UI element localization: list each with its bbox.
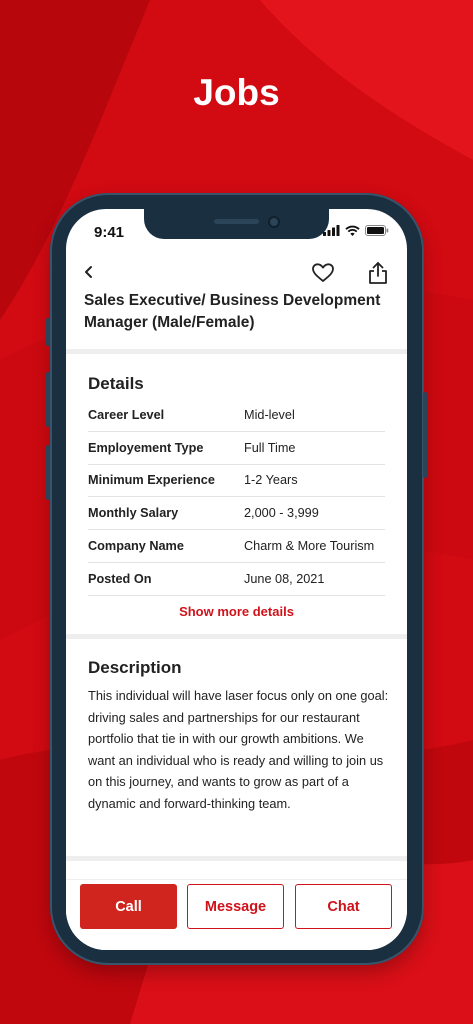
detail-value: Charm & More Tourism <box>244 539 375 554</box>
page-headline: Jobs <box>193 72 280 113</box>
detail-value: 1-2 Years <box>244 473 298 488</box>
details-table: Career Level Mid-level Employement Type … <box>88 399 385 596</box>
description-text: This individual will have laser focus on… <box>88 688 389 811</box>
status-icons <box>323 225 389 236</box>
front-camera <box>268 216 280 228</box>
detail-label: Career Level <box>88 407 165 422</box>
detail-row-minimum-experience: Minimum Experience 1-2 Years <box>88 465 385 498</box>
section-divider <box>66 634 407 639</box>
detail-row-career-level: Career Level Mid-level <box>88 399 385 432</box>
detail-value: Full Time <box>244 440 296 455</box>
detail-value: 2,000 - 3,999 <box>244 506 319 521</box>
message-button[interactable]: Message <box>187 884 284 929</box>
detail-row-posted-on: Posted On June 08, 2021 <box>88 563 385 596</box>
heart-icon[interactable] <box>311 261 335 285</box>
details-heading: Details <box>88 374 144 393</box>
action-bar: Call Message Chat <box>66 879 407 950</box>
call-button[interactable]: Call <box>80 884 177 929</box>
detail-label: Posted On <box>88 571 152 586</box>
phone-silent-switch <box>46 318 50 346</box>
notch <box>144 209 329 239</box>
back-chevron-icon[interactable] <box>80 261 100 283</box>
section-divider <box>66 349 407 354</box>
detail-label: Employement Type <box>88 440 204 455</box>
wifi-icon <box>345 225 360 236</box>
job-title: Sales Executive/ Business Development Ma… <box>84 292 381 331</box>
detail-row-company-name: Company Name Charm & More Tourism <box>88 530 385 563</box>
phone-volume-up <box>46 372 50 427</box>
share-icon[interactable] <box>366 260 390 286</box>
detail-value: June 08, 2021 <box>244 571 325 586</box>
detail-label: Company Name <box>88 539 184 554</box>
section-divider <box>66 856 407 861</box>
signal-icon <box>323 225 340 236</box>
detail-label: Minimum Experience <box>88 473 215 488</box>
phone-power-button <box>423 392 427 478</box>
phone-screen: 9:41 Sales Executive/ Business Developme… <box>66 209 407 950</box>
show-more-details-link[interactable]: Show more details <box>66 604 407 619</box>
speaker <box>214 219 259 224</box>
phone-volume-down <box>46 445 50 500</box>
detail-row-employment-type: Employement Type Full Time <box>88 432 385 465</box>
chat-button[interactable]: Chat <box>295 884 392 929</box>
detail-row-monthly-salary: Monthly Salary 2,000 - 3,999 <box>88 497 385 531</box>
detail-label: Monthly Salary <box>88 506 179 521</box>
description-heading: Description <box>88 658 182 677</box>
detail-value: Mid-level <box>244 407 295 422</box>
battery-icon <box>365 225 389 236</box>
status-time: 9:41 <box>94 224 125 241</box>
